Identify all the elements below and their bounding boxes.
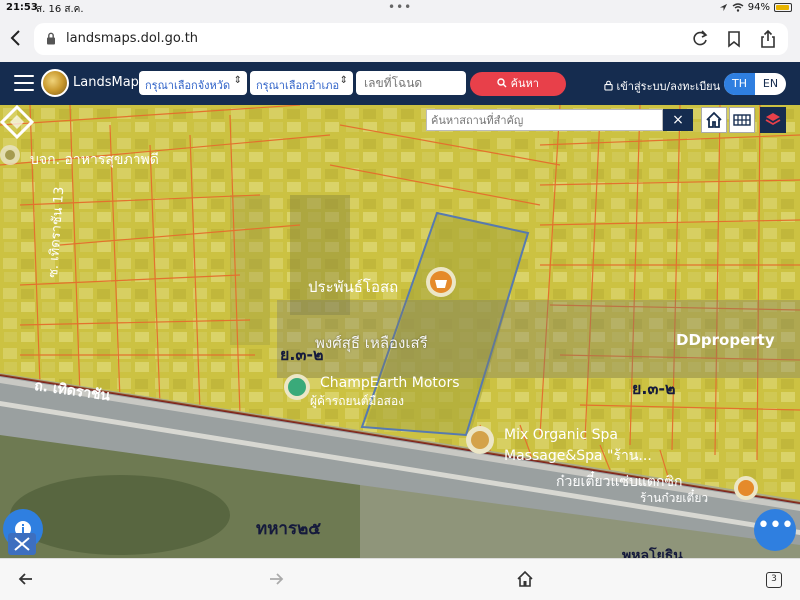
search-icon	[497, 78, 507, 88]
spa-marker-icon[interactable]	[465, 425, 497, 457]
wifi-icon	[732, 3, 744, 12]
status-time: 21:53	[6, 2, 38, 13]
area-label-bottom: พหลโยธิน	[622, 548, 683, 558]
search-button-label: ค้นหา	[510, 77, 539, 90]
arrow-right-icon[interactable]	[266, 569, 286, 589]
browser-bottom-bar: 3	[0, 558, 800, 600]
lang-en-button[interactable]: EN	[755, 73, 786, 95]
district-select-label: กรุณาเลือกอำเภอ	[256, 79, 340, 92]
clear-search-button[interactable]: ×	[663, 109, 693, 131]
login-label: เข้าสู่ระบบ/ลงทะเบียน	[616, 80, 721, 93]
pharmacy-marker-icon[interactable]	[425, 266, 459, 300]
place-search-input[interactable]	[426, 109, 663, 131]
layers-button[interactable]	[760, 107, 786, 133]
lock-icon	[47, 32, 55, 45]
login-link[interactable]: เข้าสู่ระบบ/ลงทะเบียน	[604, 77, 720, 95]
dol-logo	[41, 69, 69, 97]
url-text: landsmaps.dol.go.th	[66, 31, 199, 46]
poi-label-champearth-sub: ผู้ค้ารถยนต์มือสอง	[310, 394, 405, 408]
home-icon[interactable]	[515, 569, 535, 589]
lock-icon	[604, 80, 613, 91]
zone-label-right: ย.๓-๒	[632, 379, 676, 398]
location-icon	[719, 3, 727, 12]
tabs-button[interactable]: 3	[766, 572, 782, 588]
hamburger-icon[interactable]	[14, 75, 34, 91]
language-toggle[interactable]: TH EN	[724, 73, 786, 95]
watermark-brand: DDproperty	[676, 331, 775, 349]
poi-label-noodle-sub: ร้านก๋วยเตี๋ยว	[640, 491, 709, 505]
province-select-label: กรุณาเลือกจังหวัด	[145, 79, 231, 92]
brand-name: LandsMaps	[73, 75, 146, 90]
status-bar: 21:53 ส. 16 ส.ค. ••• 94%	[0, 0, 800, 16]
zone-label-left: ย.๓-๒	[280, 345, 324, 364]
bookmark-icon[interactable]	[724, 29, 744, 49]
url-actions	[690, 29, 778, 49]
app-navbar: LandsMaps กรุณาเลือกจังหวัด ⇕ กรุณาเลือก…	[0, 62, 800, 105]
poi-label-champearth[interactable]: ChampEarth Motors	[320, 375, 460, 391]
grid-icon	[733, 114, 751, 126]
arrow-left-icon[interactable]	[16, 569, 36, 589]
grid-button[interactable]	[729, 107, 755, 133]
map-canvas[interactable]: × บจก. อาหารสุขภาพดี ซ. เทิดราชัน 13 ประ…	[0, 105, 800, 558]
ruler-icon	[14, 537, 30, 551]
status-date: ส. 16 ส.ค.	[36, 4, 84, 15]
multitask-dots-icon[interactable]: •••	[388, 0, 412, 14]
ddproperty-logo-icon	[0, 105, 34, 139]
browser-toolbar: landsmaps.dol.go.th	[0, 16, 800, 62]
chevron-updown-icon: ⇕	[233, 75, 242, 86]
layers-icon	[765, 113, 781, 126]
poi-label-health-food[interactable]: บจก. อาหารสุขภาพดี	[30, 149, 159, 171]
search-button[interactable]: ค้นหา	[470, 72, 566, 96]
share-icon[interactable]	[758, 29, 778, 49]
car-dealer-marker-icon[interactable]	[283, 373, 313, 403]
lang-th-button[interactable]: TH	[724, 73, 755, 95]
restaurant-marker-icon[interactable]	[733, 475, 761, 503]
poi-label-pharmacy[interactable]: ประพันธ์โอสถ	[308, 275, 398, 299]
home-button[interactable]	[701, 107, 727, 133]
more-options-button[interactable]: •••	[754, 509, 796, 551]
poi-label-spa-sub: Massage&Spa "ร้าน...	[504, 448, 652, 464]
address-bar[interactable]: landsmaps.dol.go.th	[34, 23, 788, 55]
ruler-button[interactable]	[8, 533, 36, 555]
chevron-updown-icon: ⇕	[339, 75, 348, 86]
area-label-military: ทหาร๒๕	[256, 519, 322, 539]
reload-icon[interactable]	[690, 29, 710, 49]
battery-icon	[774, 3, 792, 12]
district-select[interactable]: กรุณาเลือกอำเภอ ⇕	[250, 71, 353, 95]
more-dots-icon: •••	[757, 513, 794, 538]
watermark-agent-name: พงศ์สุธี เหลืองเสรี	[315, 334, 428, 352]
battery-percent: 94%	[747, 2, 770, 13]
deed-number-input[interactable]	[356, 71, 466, 95]
poi-marker-icon[interactable]	[0, 143, 26, 169]
home-icon	[706, 111, 722, 128]
chevron-left-icon[interactable]	[6, 28, 26, 48]
poi-label-spa[interactable]: Mix Organic Spa	[504, 427, 618, 443]
screen: 21:53 ส. 16 ส.ค. ••• 94% landsmaps.dol.g…	[0, 0, 800, 600]
province-select[interactable]: กรุณาเลือกจังหวัด ⇕	[139, 71, 247, 95]
status-right: 94%	[719, 2, 792, 13]
